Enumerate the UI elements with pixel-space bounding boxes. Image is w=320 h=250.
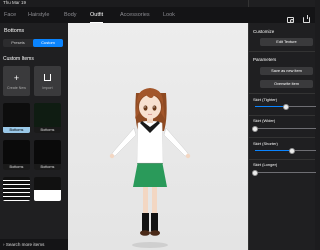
slider-thumb[interactable] [288,147,295,154]
divider [249,115,315,116]
panel-title: Bottoms [4,28,25,34]
slider-thumb[interactable] [282,103,289,110]
divider [249,51,315,52]
item-card[interactable]: Bottoms [3,103,30,133]
save-as-new-item-button[interactable]: Save as new item [260,67,313,75]
skirt-tighter-slider[interactable] [255,103,316,110]
status-bar: Thu Mar 19 [0,0,315,227]
slider-track-rest [255,128,316,129]
slider-label: Skirt (Shorter) [253,141,278,146]
items-panel: Bottoms Presets Custom Custom Items + Cr… [0,23,68,250]
edit-texture-button[interactable]: Edit Texture [260,38,313,46]
slider-track-rest [291,150,316,151]
status-time: Thu Mar 19 [3,0,27,5]
tab-outfit[interactable]: Outfit [90,7,104,23]
slider-track-rest [285,106,316,107]
item-thumbnail [3,177,30,201]
divider [249,159,315,160]
chevron-right-icon: › [3,242,5,247]
slider-thumb[interactable] [252,125,258,132]
item-thumbnail [34,103,61,127]
slider-label: Skirt (Wider) [253,118,276,123]
custom-items-heading: Custom Items [3,56,34,62]
item-label: Bottoms [3,127,30,133]
plus-icon: + [13,73,20,83]
create-new-label: Create New [7,86,26,90]
skirt-shorter-slider[interactable] [255,147,316,154]
divider [249,137,315,138]
divider [249,93,315,94]
search-more-items[interactable]: › Search more items [0,239,68,250]
skirt-longer-slider[interactable] [252,169,316,176]
avatar-figure [109,88,191,248]
preset-custom-segment: Presets Custom [3,39,63,47]
item-card[interactable]: Bottoms [34,103,61,133]
segment-presets[interactable]: Presets [3,39,33,47]
item-label: Bottoms [34,127,61,133]
slider-track-rest [255,172,316,173]
item-card[interactable]: Bottoms [34,140,61,170]
item-thumbnail [34,177,61,201]
avatar-viewport[interactable] [68,23,248,250]
item-label: Bottoms [34,164,61,170]
tab-body[interactable]: Body [64,7,77,23]
skirt-wider-slider[interactable] [252,125,316,132]
slider-label: Skirt (Tighter) [253,97,278,102]
item-card[interactable]: Bottoms [3,140,30,170]
customize-panel: Customize Edit Texture Parameters Save a… [248,23,316,250]
segment-custom[interactable]: Custom [33,39,63,47]
item-thumbnail [34,140,61,164]
top-nav: Face Hairstyle Body Outfit Accessories L… [0,7,315,24]
overwrite-item-button[interactable]: Overwrite item [260,80,313,88]
item-card[interactable] [3,177,30,201]
item-label: Bottoms [3,164,30,170]
item-thumbnail [3,103,30,127]
slider-label: Skirt (Longer) [253,162,278,167]
slider-thumb[interactable] [252,169,258,176]
create-new-button[interactable]: + Create New [3,66,30,96]
import-icon [44,74,51,81]
import-button[interactable]: Import [34,66,61,96]
search-more-label: Search more items [5,242,45,247]
tab-hairstyle[interactable]: Hairstyle [28,7,49,23]
parameters-heading: Parameters [253,57,277,62]
tab-look[interactable]: Look [163,7,175,23]
customize-heading: Customize [253,29,275,34]
tab-accessories[interactable]: Accessories [120,7,150,23]
item-thumbnail [3,140,30,164]
import-label: Import [42,86,53,90]
item-card[interactable] [34,177,61,201]
tab-face[interactable]: Face [4,7,16,23]
